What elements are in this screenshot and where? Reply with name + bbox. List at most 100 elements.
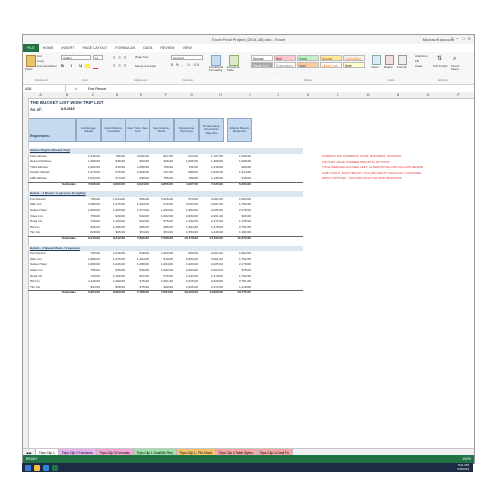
section-header[interactable]: Hotels - 1 Room / 2 persons (6 nights) [30, 192, 120, 197]
subtotal-cell[interactable]: 6,216.00 [78, 237, 100, 242]
value-cell[interactable]: 1,260.00 [103, 209, 125, 214]
value-cell[interactable]: 1,014.00 [103, 198, 125, 203]
value-cell[interactable]: 890.00 [176, 252, 198, 257]
row-label[interactable]: Third Airlines [30, 166, 75, 171]
value-cell[interactable]: 2,001.00 [201, 198, 223, 203]
style-check-cell[interactable]: Check Cell [251, 62, 273, 68]
row-label[interactable]: Hill Inn [30, 280, 75, 285]
row-label[interactable]: Clare Inn [30, 215, 75, 220]
insert-cells-icon[interactable] [372, 55, 381, 65]
subtotal-cell[interactable]: 5,300.00 [229, 183, 251, 188]
value-cell[interactable]: 510.00 [151, 203, 173, 208]
column-header[interactable]: K [293, 93, 323, 97]
value-cell[interactable]: 2,004.00 [176, 215, 198, 220]
row-label[interactable]: Fort Resort [30, 252, 75, 257]
wrap-text-button[interactable]: Wrap Text [135, 55, 148, 59]
row-label[interactable]: Hill Inn [30, 226, 75, 231]
clear-button[interactable]: Clear [415, 64, 422, 68]
delete-cells-button[interactable]: Delete [384, 65, 393, 69]
value-cell[interactable]: 510.00 [151, 258, 173, 263]
column-header[interactable]: F [153, 93, 179, 97]
formula-input[interactable]: Fort Resort [86, 87, 106, 91]
row-label[interactable]: Hotel Inn [30, 220, 75, 225]
value-cell[interactable]: 1,002.00 [151, 269, 173, 274]
style-note[interactable]: Note [343, 62, 365, 68]
value-cell[interactable]: 2,002.00 [127, 155, 149, 160]
style-neutral[interactable]: Neutral [320, 55, 342, 61]
value-cell[interactable]: 1,496.00 [103, 226, 125, 231]
column-header[interactable]: J [263, 93, 293, 97]
style-good[interactable]: Good [297, 55, 319, 61]
paste-button[interactable]: Paste [25, 67, 33, 71]
value-cell[interactable]: 576.00 [151, 275, 173, 280]
value-cell[interactable]: 720.00 [78, 220, 100, 225]
subtotal-cell[interactable]: 13,776.00 [229, 291, 251, 296]
value-cell[interactable]: 975.00 [127, 280, 149, 285]
row-label[interactable]: Fourth Airlines [30, 171, 75, 176]
tab-file[interactable]: FILE [23, 44, 39, 52]
start-icon[interactable] [25, 464, 31, 471]
value-cell[interactable]: 1,923.00 [176, 263, 198, 268]
value-cell[interactable]: 1,066.00 [176, 160, 198, 165]
value-cell[interactable]: 822.00 [127, 275, 149, 280]
value-cell[interactable]: 756.00 [78, 215, 100, 220]
format-cells-icon[interactable] [398, 55, 407, 65]
value-cell[interactable]: 1,953.00 [176, 209, 198, 214]
font-size-select[interactable]: 11 [93, 55, 103, 60]
value-cell[interactable]: 1,707.00 [201, 155, 223, 160]
value-cell[interactable]: 2,025.00 [201, 209, 223, 214]
value-cell[interactable]: 752.00 [176, 166, 198, 171]
copy-button[interactable]: Copy [37, 59, 44, 63]
subtotal-cell[interactable]: 7,226.00 [201, 183, 223, 188]
value-cell[interactable]: 1,318.00 [201, 166, 223, 171]
find-select-button[interactable]: Find & Select [451, 64, 467, 72]
tab-home[interactable]: HOME [39, 44, 58, 52]
value-cell[interactable]: 946.00 [103, 160, 125, 165]
value-cell[interactable]: 2,001.00 [201, 215, 223, 220]
subtotal-cell[interactable]: 14,966.00 [201, 291, 223, 296]
subtotal-cell[interactable]: 5,904.00 [78, 291, 100, 296]
value-cell[interactable]: 975.00 [229, 269, 251, 274]
subtotal-cell[interactable]: 6,024.00 [127, 183, 149, 188]
column-header[interactable]: E [129, 93, 153, 97]
value-cell[interactable]: 1,080.00 [78, 263, 100, 268]
browser-icon[interactable] [43, 464, 49, 471]
destination-header[interactable]: San Antonio, Texas [149, 118, 174, 142]
fill-color-icon[interactable] [85, 64, 90, 68]
value-cell[interactable]: 540.00 [127, 269, 149, 274]
value-cell[interactable]: 1,416.00 [78, 155, 100, 160]
value-cell[interactable]: 1,080.00 [78, 258, 100, 263]
value-cell[interactable]: 2,751.00 [229, 280, 251, 285]
annotation-note[interactable]: PRINT OPTIONS - INCLUDE ROW COLUMN HEADI… [322, 176, 402, 180]
account-name[interactable]: Microsoft account [423, 37, 454, 42]
value-cell[interactable]: 676.00 [103, 171, 125, 176]
value-cell[interactable]: 1,374.00 [127, 209, 149, 214]
value-cell[interactable]: 1,494.00 [151, 209, 173, 214]
delete-cells-icon[interactable] [385, 55, 394, 65]
value-cell[interactable]: 1,242.00 [176, 220, 198, 225]
value-cell[interactable]: 756.00 [78, 198, 100, 203]
value-cell[interactable]: 1,080.00 [78, 203, 100, 208]
column-header[interactable]: N [383, 93, 413, 97]
value-cell[interactable]: 1,056.00 [127, 166, 149, 171]
sort-filter-button[interactable]: Sort & Filter [433, 64, 449, 68]
row-label[interactable]: Fort Resort [30, 198, 75, 203]
autosum-button[interactable]: AutoSum [415, 54, 427, 58]
column-header[interactable]: I [237, 93, 263, 97]
value-cell[interactable]: 870.00 [176, 198, 198, 203]
fx-icon[interactable]: fx [66, 87, 86, 91]
value-cell[interactable]: 1,080.00 [78, 209, 100, 214]
cut-button[interactable]: Cut [37, 54, 42, 58]
number-format-icons[interactable]: $ % , .0 .00 [171, 63, 200, 67]
conditional-formatting-button[interactable]: Conditional Formatting [209, 65, 225, 73]
tab-formulas[interactable]: FORMULAS [111, 44, 139, 52]
sheet-title[interactable]: THE BUCKET LIST WISH TRIP LIST [30, 100, 230, 105]
value-cell[interactable]: 1,479.00 [78, 171, 100, 176]
annotation-note[interactable]: FORMATTING NUMBERS, FONT, BORDERS, SHADI… [322, 154, 401, 158]
value-cell[interactable]: 1,236.00 [229, 155, 251, 160]
section-header[interactable]: Airline Flights (Round Trip) [30, 149, 120, 154]
value-cell[interactable]: 720.00 [78, 275, 100, 280]
value-cell[interactable]: 797.00 [151, 171, 173, 176]
subtotal-label[interactable]: Subtotals [51, 183, 76, 188]
as-of-label[interactable]: As of: [30, 107, 60, 112]
